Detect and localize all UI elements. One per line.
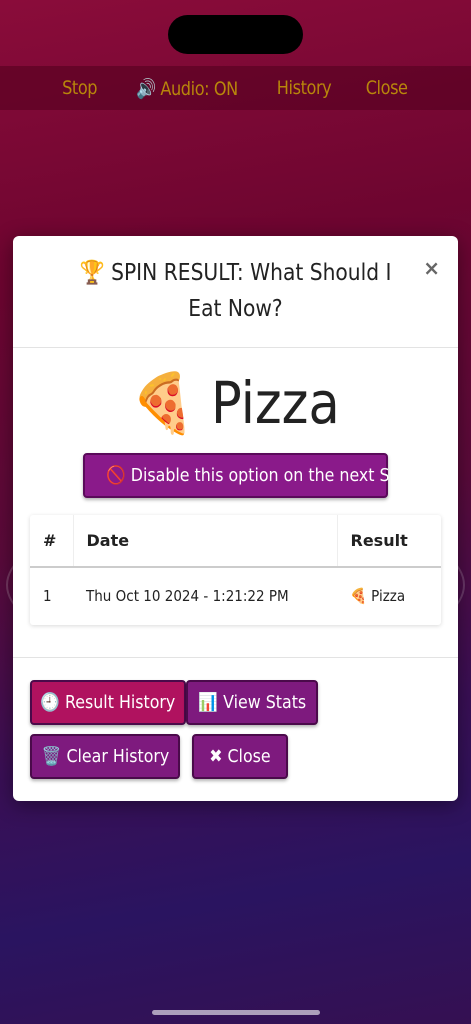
column-header-number: # bbox=[30, 514, 74, 568]
view-stats-button[interactable]: 📊 View Stats bbox=[186, 680, 318, 725]
spin-result-modal: 🏆 SPIN RESULT: What Should I Eat Now? × … bbox=[13, 236, 458, 801]
modal-header: 🏆 SPIN RESULT: What Should I Eat Now? × bbox=[13, 236, 458, 348]
clear-history-button[interactable]: 🗑️ Clear History bbox=[30, 734, 180, 779]
close-link[interactable]: Close bbox=[366, 77, 408, 99]
modal-footer: 🕘 Result History 📊 View Stats 🗑️ Clear H… bbox=[13, 657, 458, 801]
stop-button[interactable]: Stop bbox=[62, 77, 97, 99]
row-number: 1 bbox=[43, 587, 52, 606]
close-button[interactable]: ✖ Close bbox=[192, 734, 288, 779]
home-indicator bbox=[152, 1010, 320, 1015]
audio-toggle[interactable]: 🔊 Audio: ON bbox=[135, 77, 237, 100]
column-header-result: Result bbox=[337, 514, 441, 568]
column-header-date: Date bbox=[73, 514, 338, 568]
result-table: # Date Result 1 Thu Oct 10 2024 - 1:21:2… bbox=[30, 514, 441, 625]
clear-history-label: 🗑️ Clear History bbox=[41, 746, 169, 767]
history-link[interactable]: History bbox=[277, 77, 332, 99]
result-table-container: # Date Result 1 Thu Oct 10 2024 - 1:21:2… bbox=[30, 514, 441, 625]
view-stats-label: 📊 View Stats bbox=[198, 692, 306, 713]
result-history-label: 🕘 Result History bbox=[40, 692, 176, 713]
row-result: 🍕 Pizza bbox=[350, 587, 406, 606]
device-notch bbox=[168, 15, 303, 54]
close-icon[interactable]: × bbox=[423, 256, 440, 280]
result-history-button[interactable]: 🕘 Result History bbox=[30, 680, 186, 725]
table-row: 1 Thu Oct 10 2024 - 1:21:22 PM 🍕 Pizza bbox=[30, 567, 441, 625]
close-label: ✖ Close bbox=[209, 746, 271, 767]
disable-option-label: 🚫 Disable this option on the next Spin bbox=[106, 464, 415, 486]
top-nav-bar: Stop 🔊 Audio: ON History Close bbox=[0, 66, 471, 110]
modal-title: 🏆 SPIN RESULT: What Should I Eat Now? bbox=[79, 259, 392, 322]
disable-option-button[interactable]: 🚫 Disable this option on the next Spin bbox=[83, 452, 414, 498]
row-date: Thu Oct 10 2024 - 1:21:22 PM bbox=[86, 587, 289, 606]
spin-result-value: 🍕 Pizza bbox=[131, 369, 340, 437]
